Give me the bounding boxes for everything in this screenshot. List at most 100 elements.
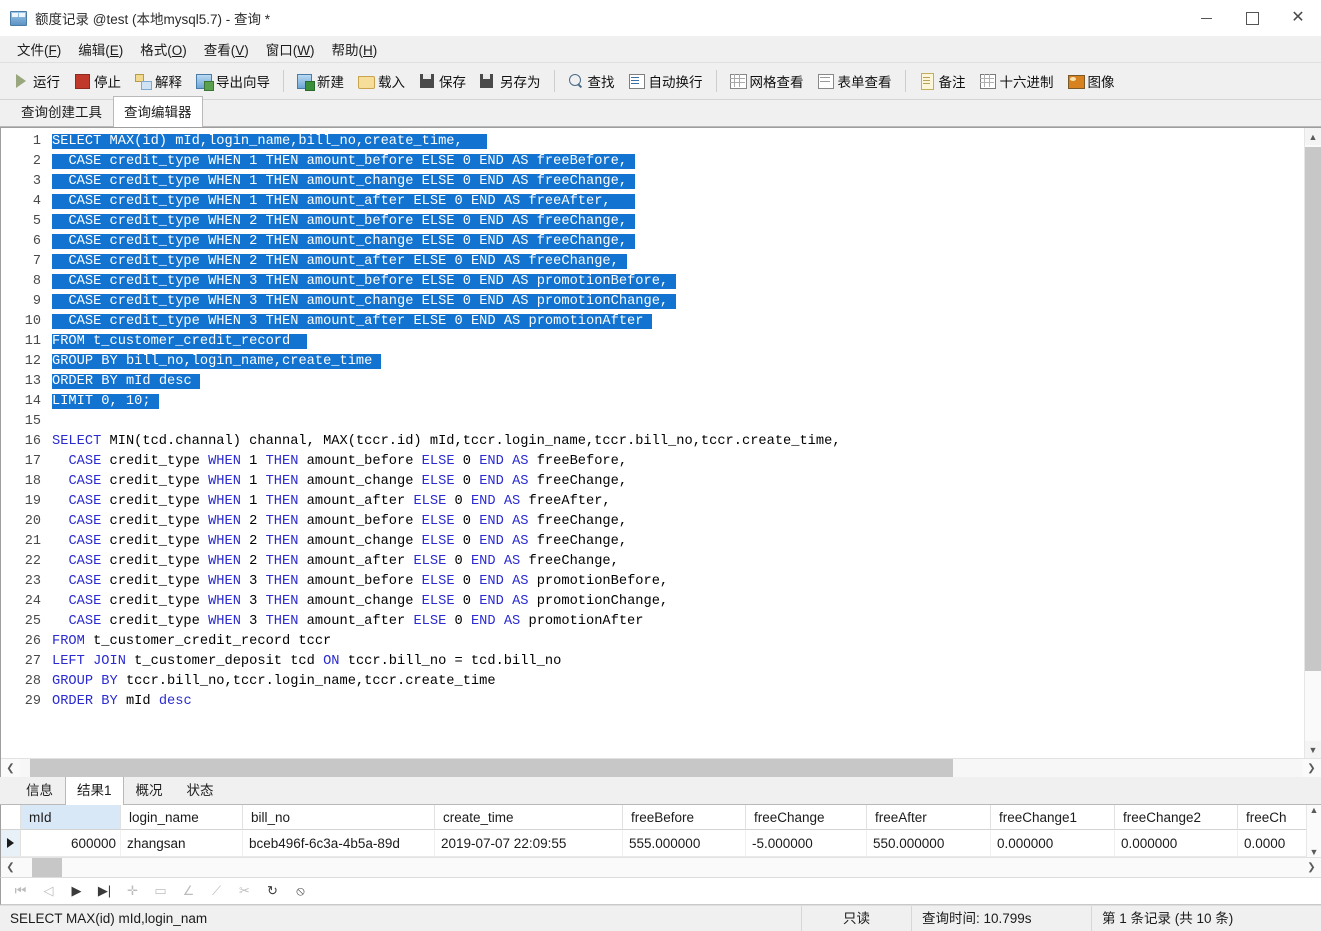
refresh-icon[interactable]: ↻ [265,883,280,899]
grid-vertical-scrollbar[interactable]: ▲ ▼ [1306,805,1321,857]
editor-tab-1[interactable]: 查询编辑器 [113,96,203,127]
scroll-up-arrow-icon[interactable]: ▲ [1305,128,1321,145]
sql-editor[interactable]: 1 2 3 4 5 6 7 8 9 10 11 12 13 14 15 16 17 18 19 20 21 22 23 24 2… [0,127,1321,777]
menu-item-f[interactable]: 文件(F) [9,36,70,62]
toolbar-button-word-wrap[interactable]: 自动换行 [622,66,710,96]
cancel-change-icon[interactable]: ✂ [237,883,252,899]
previous-record-icon[interactable]: ◁ [41,883,56,899]
horizontal-scroll-track[interactable] [20,758,1302,777]
menu-item-o[interactable]: 格式(O) [132,36,196,62]
grid-cell[interactable]: 0.000000 [991,830,1115,857]
code-line[interactable]: CASE credit_type WHEN 3 THEN amount_chan… [52,292,1321,312]
grid-hscroll-track[interactable] [20,857,1302,877]
code-line[interactable]: CASE credit_type WHEN 3 THEN amount_afte… [52,312,1321,332]
editor-horizontal-scrollbar[interactable]: ❮ ❯ [1,758,1321,777]
toolbar-button-grid-view[interactable]: 网格查看 [723,66,811,96]
menu-item-h[interactable]: 帮助(H) [324,36,387,62]
code-line[interactable]: CASE credit_type WHEN 3 THEN amount_afte… [52,612,1321,632]
grid-scroll-left-icon[interactable]: ❮ [1,858,20,877]
grid-cell[interactable]: 555.000000 [623,830,746,857]
scroll-left-arrow-icon[interactable]: ❮ [1,758,20,777]
toolbar-button-memo[interactable]: 备注 [912,66,973,96]
toolbar-button-explain[interactable]: 解释 [128,66,189,96]
next-record-icon[interactable]: ▶ [69,883,84,899]
sql-code-area[interactable]: SELECT MAX(id) mId,login_name,bill_no,cr… [49,128,1321,758]
editor-tab-0[interactable]: 查询创建工具 [10,96,113,126]
minimize-button[interactable] [1183,0,1229,36]
grid-horizontal-scrollbar[interactable]: ❮ ❯ [1,857,1321,877]
grid-column-header[interactable]: freeChange2 [1115,805,1238,830]
code-line[interactable]: CASE credit_type WHEN 2 THEN amount_chan… [52,232,1321,252]
result-grid[interactable]: mId login_name bill_no create_time freeBefor… [0,805,1321,877]
grid-cell[interactable]: -5.000000 [746,830,867,857]
code-line[interactable]: ORDER BY mId desc [52,372,1321,392]
menu-item-v[interactable]: 查看(V) [196,36,258,62]
toolbar-button-hex[interactable]: 十六进制 [973,66,1061,96]
toolbar-button-new-query[interactable]: 新建 [290,66,351,96]
grid-cell[interactable]: 2019-07-07 22:09:55 [435,830,623,857]
toolbar-button-save-as[interactable]: 另存为 [473,66,548,96]
menu-item-w[interactable]: 窗口(W) [258,36,324,62]
sql-editor-body[interactable]: 1 2 3 4 5 6 7 8 9 10 11 12 13 14 15 16 17 18 19 20 21 22 23 24 2… [1,128,1321,758]
code-line[interactable]: CASE credit_type WHEN 3 THEN amount_befo… [52,272,1321,292]
toolbar-button-image[interactable]: 图像 [1061,66,1122,96]
code-line[interactable]: CASE credit_type WHEN 2 THEN amount_befo… [52,512,1321,532]
code-line[interactable]: FROM t_customer_credit_record tccr [52,632,1321,652]
code-line[interactable]: FROM t_customer_credit_record [52,332,1321,352]
code-line[interactable]: CASE credit_type WHEN 1 THEN amount_chan… [52,472,1321,492]
toolbar-button-form-view[interactable]: 表单查看 [811,66,899,96]
grid-column-header[interactable]: login_name [121,805,243,830]
grid-cell[interactable]: 600000 [21,830,121,857]
code-line[interactable]: CASE credit_type WHEN 1 THEN amount_afte… [52,492,1321,512]
grid-column-header[interactable]: freeCh [1238,805,1308,830]
code-line[interactable]: CASE credit_type WHEN 2 THEN amount_chan… [52,532,1321,552]
code-line[interactable]: CASE credit_type WHEN 1 THEN amount_befo… [52,452,1321,472]
code-line[interactable]: ORDER BY mId desc [52,692,1321,712]
code-line[interactable]: CASE credit_type WHEN 1 THEN amount_afte… [52,192,1321,212]
toolbar-button-run[interactable]: 运行 [6,66,67,96]
grid-scroll-right-icon[interactable]: ❯ [1302,858,1321,877]
editor-vertical-scrollbar[interactable]: ▲ ▼ [1304,128,1321,758]
code-line[interactable]: CASE credit_type WHEN 2 THEN amount_befo… [52,212,1321,232]
vertical-scroll-thumb[interactable] [1305,147,1321,672]
result-tab-1[interactable]: 结果1 [65,774,124,805]
grid-cell[interactable]: 0.000000 [1115,830,1238,857]
scroll-right-arrow-icon[interactable]: ❯ [1302,758,1321,777]
grid-column-header[interactable]: freeChange [746,805,867,830]
add-record-icon[interactable]: ✛ [125,883,140,899]
toolbar-button-open-folder[interactable]: 载入 [351,66,412,96]
toolbar-button-search[interactable]: 查找 [561,66,622,96]
grid-column-header[interactable]: bill_no [243,805,435,830]
horizontal-scroll-thumb[interactable] [30,758,954,777]
result-tab-2[interactable]: 概况 [124,774,175,804]
stop-loading-icon[interactable]: ⦸ [293,883,308,899]
toolbar-button-save[interactable]: 保存 [412,66,473,96]
grid-scroll-up-icon[interactable]: ▲ [1310,805,1319,815]
grid-column-header[interactable]: mId [21,805,121,830]
scroll-down-arrow-icon[interactable]: ▼ [1305,741,1321,758]
grid-column-header[interactable]: create_time [435,805,623,830]
result-tab-0[interactable]: 信息 [14,774,65,804]
grid-scroll-down-icon[interactable]: ▼ [1310,847,1319,857]
delete-record-icon[interactable]: ▭ [153,883,168,899]
menu-item-e[interactable]: 编辑(E) [70,36,132,62]
maximize-button[interactable] [1229,0,1275,36]
grid-cell[interactable]: 550.000000 [867,830,991,857]
code-line[interactable]: SELECT MIN(tcd.channal) channal, MAX(tcc… [52,432,1321,452]
code-line[interactable]: LEFT JOIN t_customer_deposit tcd ON tccr… [52,652,1321,672]
grid-hscroll-thumb[interactable] [32,857,62,877]
code-line[interactable] [52,412,1321,432]
last-record-icon[interactable]: ▶| [97,883,112,899]
code-line[interactable]: CASE credit_type WHEN 1 THEN amount_befo… [52,152,1321,172]
table-row[interactable]: 600000 zhangsan bceb496f-6c3a-4b5a-89d 2019… [1,830,1321,857]
code-line[interactable]: SELECT MAX(id) mId,login_name,bill_no,cr… [52,132,1321,152]
first-record-icon[interactable]: ⏮ [13,883,28,899]
close-button[interactable]: ✕ [1275,0,1321,36]
code-line[interactable]: CASE credit_type WHEN 3 THEN amount_chan… [52,592,1321,612]
code-line[interactable]: GROUP BY tccr.bill_no,tccr.login_name,tc… [52,672,1321,692]
result-tab-3[interactable]: 状态 [175,774,226,804]
toolbar-button-stop[interactable]: 停止 [67,66,128,96]
code-line[interactable]: CASE credit_type WHEN 3 THEN amount_befo… [52,572,1321,592]
grid-column-header[interactable]: freeChange1 [991,805,1115,830]
code-line[interactable]: LIMIT 0, 10; [52,392,1321,412]
